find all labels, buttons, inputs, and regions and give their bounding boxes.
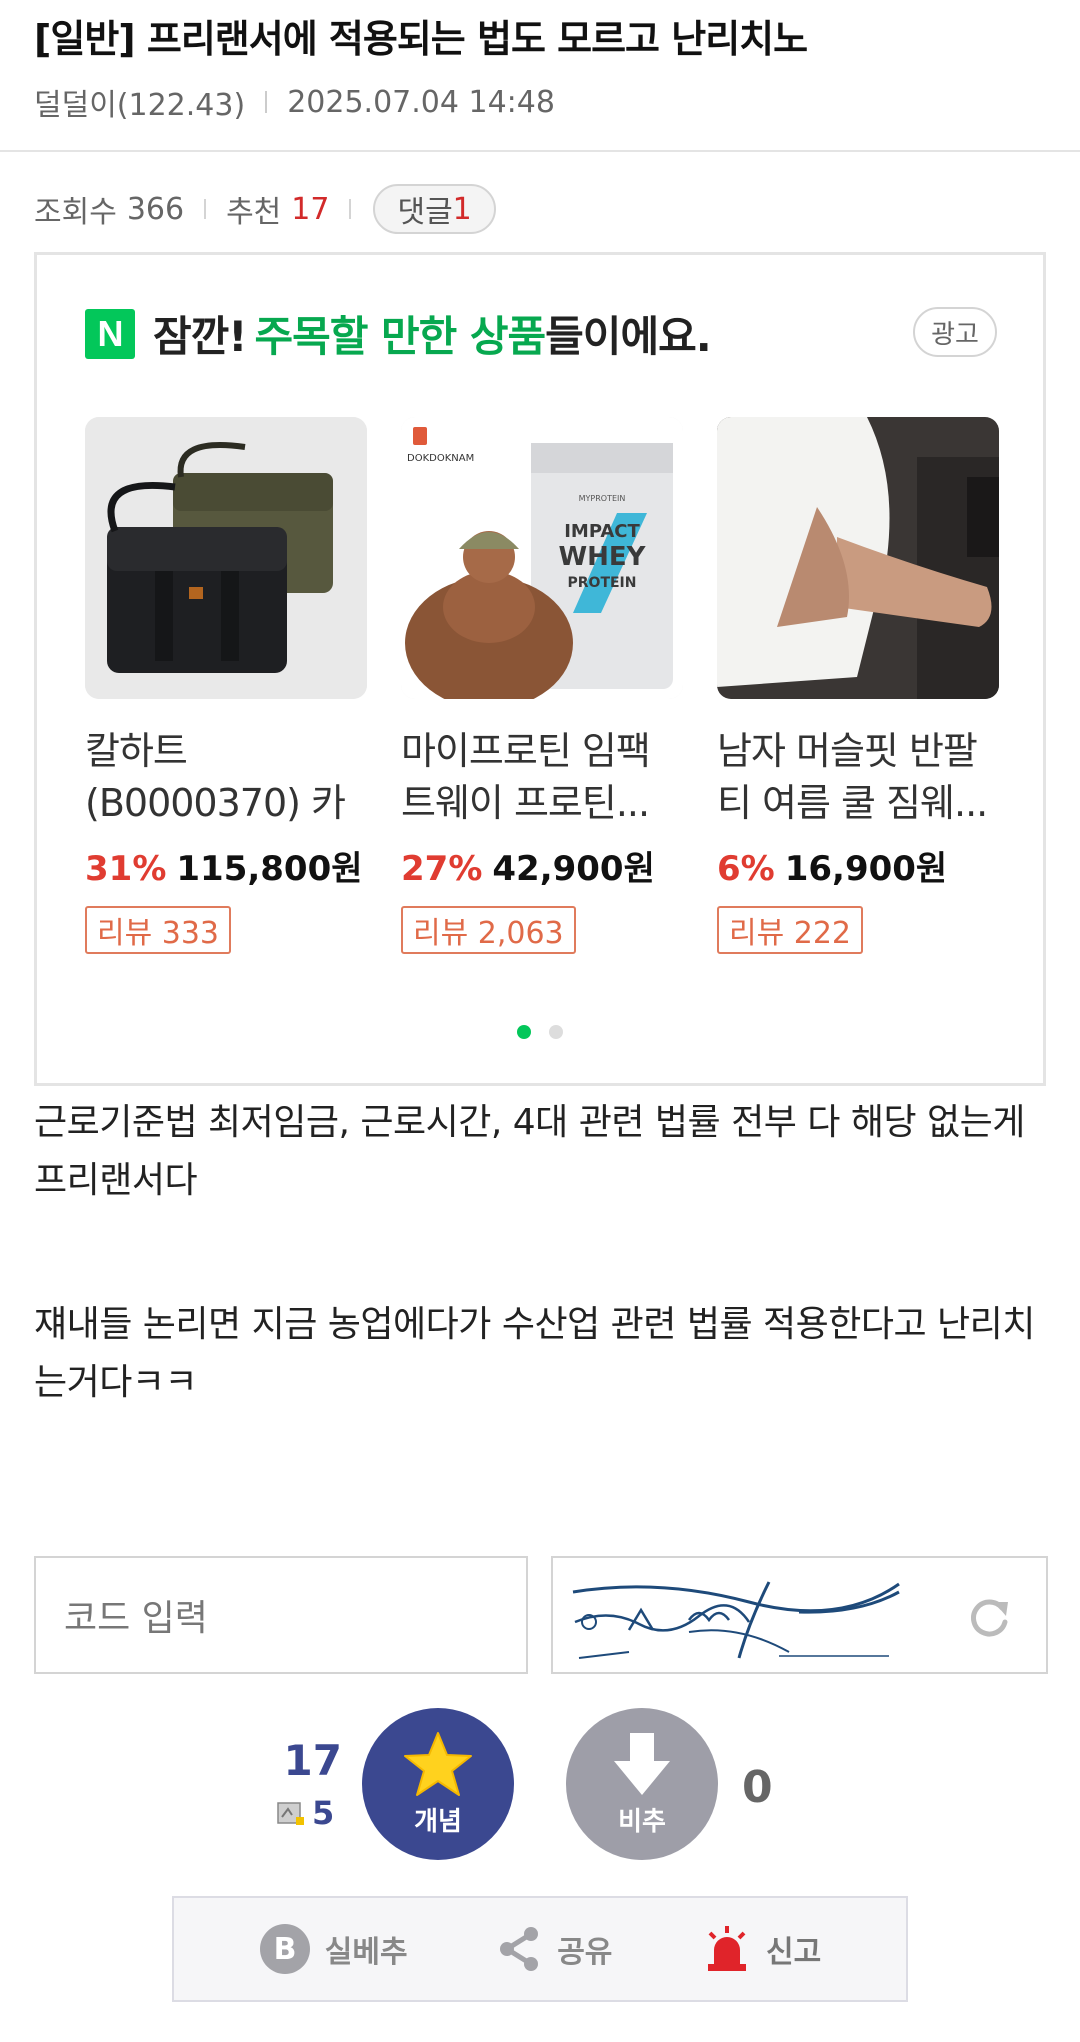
best-recommend-label: 실베추	[324, 1935, 408, 1970]
product-image-messenger-bags[interactable]	[85, 417, 367, 699]
ad-badge[interactable]: 광고	[913, 307, 997, 357]
views-count: 366	[126, 191, 185, 227]
recommend-label: 추천	[226, 195, 282, 230]
product-review-badge: 리뷰 2,063	[401, 906, 576, 954]
siren-icon	[708, 1926, 746, 1971]
fixed-user-count: 5	[312, 1794, 335, 1832]
upvote-button[interactable]: 개념	[362, 1708, 514, 1860]
product-card[interactable]: MYPROTEIN IMPACT WHEY PROTEIN DOKDOKNAM …	[401, 417, 683, 954]
carousel-dot-2[interactable]	[549, 1025, 563, 1039]
downvote-button[interactable]: 비추	[566, 1708, 718, 1860]
brand-text: DOKDOKNAM	[407, 453, 474, 464]
product-amount: 115,800원	[176, 849, 363, 889]
report-label: 신고	[766, 1935, 822, 1970]
upvote-label: 개념	[414, 1806, 462, 1837]
product-name[interactable]: 마이프로틴 임팩트웨이 프로틴...	[401, 725, 683, 829]
svg-text:B: B	[273, 1932, 296, 1967]
report-button[interactable]: 신고	[702, 1924, 821, 1974]
product-discount: 27%	[401, 849, 483, 889]
post-stats: 조회수 366 추천 17 댓글 1	[34, 183, 496, 235]
product-price: 27% 42,900원	[401, 841, 683, 890]
pack-brand-text: MYPROTEIN	[579, 494, 626, 503]
product-price: 6% 16,900원	[717, 841, 999, 890]
views-label: 조회수	[34, 195, 117, 230]
product-name[interactable]: 남자 머슬핏 반팔티 여름 쿨 짐웨...	[717, 725, 999, 829]
post-date: 2025.07.04 14:48	[287, 84, 555, 120]
product-review-badge: 리뷰 222	[717, 906, 863, 954]
ad-heading: N 잠깐! 주목할 만한 상품 들이에요.	[85, 303, 712, 364]
product-price: 31% 115,800원	[85, 841, 367, 890]
star-icon	[404, 1731, 472, 1796]
ad-heading-highlight: 주목할 만한 상품	[254, 312, 546, 361]
captcha-distorted-code	[572, 1581, 900, 1659]
b-circle-icon: B	[259, 1924, 310, 1974]
ad-carousel: N 잠깐! 주목할 만한 상품 들이에요. 광고 칼하트 (B0000370) …	[34, 252, 1046, 1086]
whey-protein-image: MYPROTEIN IMPACT WHEY PROTEIN DOKDOKNAM	[401, 417, 683, 699]
product-discount: 6%	[717, 849, 775, 889]
product-card[interactable]: 남자 머슬핏 반팔티 여름 쿨 짐웨... 6% 16,900원 리뷰 222	[717, 417, 999, 954]
stats-divider	[204, 199, 207, 219]
captcha-code-input[interactable]: 코드 입력	[34, 1556, 528, 1674]
upvote-count: 17	[283, 1736, 342, 1785]
carousel-pagination	[37, 1025, 1043, 1039]
meta-divider	[265, 91, 268, 113]
refresh-captcha-icon[interactable]	[966, 1594, 1012, 1640]
pack-line-2: WHEY	[558, 542, 646, 572]
header-divider	[0, 150, 1080, 152]
downvote-count: 0	[742, 1762, 773, 1813]
recommend-count: 17	[291, 191, 330, 227]
stats-divider	[349, 199, 352, 219]
author-name[interactable]: 덜덜이(122.43)	[34, 80, 245, 124]
pack-line-1: IMPACT	[564, 521, 640, 542]
ad-heading-post: 들이에요.	[545, 312, 712, 361]
pack-line-3: PROTEIN	[568, 575, 637, 591]
comments-count: 1	[452, 191, 472, 227]
post-title: [일반] 프리랜서에 적용되는 법도 모르고 난리치노	[34, 17, 808, 61]
comments-button[interactable]: 댓글 1	[373, 184, 496, 234]
share-button[interactable]: 공유	[497, 1926, 612, 1972]
post-paragraph: 쟤내들 논리면 지금 농업에다가 수산업 관련 법률 적용한다고 난리치는거다ㅋ…	[34, 1304, 1035, 1403]
comments-label: 댓글	[397, 195, 453, 230]
product-image-muscle-tee[interactable]	[717, 417, 999, 699]
fixed-user-icon	[277, 1802, 304, 1825]
best-recommend-button[interactable]: B 실베추	[259, 1923, 408, 1975]
messenger-bags-image	[85, 417, 367, 699]
down-arrow-icon	[614, 1732, 670, 1795]
naver-logo-icon: N	[85, 308, 135, 359]
product-card[interactable]: 칼하트 (B0000370) 카고 메신저... 31%115,800원 리뷰 …	[85, 417, 367, 954]
share-label: 공유	[557, 1935, 613, 1970]
ad-heading-pre: 잠깐!	[153, 312, 247, 361]
muscle-tee-image	[717, 417, 999, 699]
post-meta: 덜덜이(122.43) 2025.07.04 14:48	[34, 80, 555, 124]
post-paragraph: 근로기준법 최저임금, 근로시간, 4대 관련 법률 전부 다 해당 없는게 프…	[34, 1102, 1025, 1201]
product-discount: 31%	[85, 849, 167, 889]
product-review-badge: 리뷰 333	[85, 906, 231, 954]
product-amount: 42,900원	[492, 849, 655, 889]
product-amount: 16,900원	[784, 849, 948, 889]
product-name[interactable]: 칼하트 (B0000370) 카고 메신저...	[85, 725, 367, 829]
downvote-label: 비추	[618, 1806, 666, 1837]
carousel-dot-1[interactable]	[517, 1025, 531, 1039]
product-image-whey-protein[interactable]: MYPROTEIN IMPACT WHEY PROTEIN DOKDOKNAM	[401, 417, 683, 699]
captcha-image	[551, 1556, 1048, 1674]
post-action-bar: B 실베추 공유 신고	[172, 1896, 908, 2002]
share-icon	[500, 1927, 539, 1971]
fixed-user-upvotes: 5	[276, 1794, 334, 1832]
